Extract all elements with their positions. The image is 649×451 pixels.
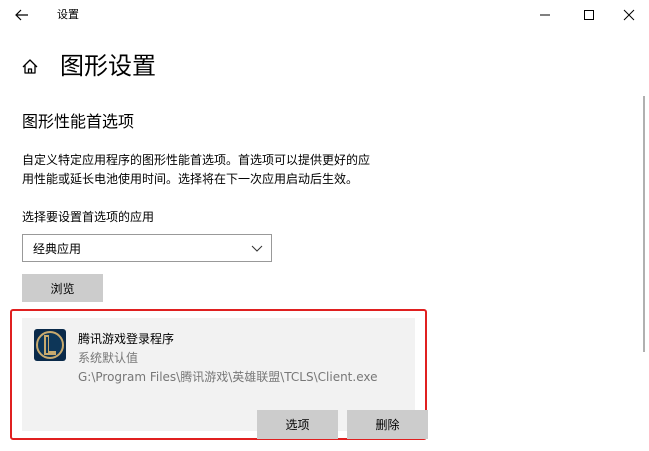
settings-window: 设置 图形设置 图形性能首选项 自定义特定应用程序的图形性能首选项。首选项可以提…: [0, 0, 649, 451]
minimize-icon: [540, 14, 550, 16]
section-description: 自定义特定应用程序的图形性能首选项。首选项可以提供更好的应 用性能或延长电池使用…: [22, 151, 432, 189]
back-button[interactable]: [10, 4, 34, 26]
chevron-down-icon: [251, 245, 263, 252]
description-line-1: 自定义特定应用程序的图形性能首选项。首选项可以提供更好的应: [22, 153, 371, 167]
close-button[interactable]: [607, 2, 649, 28]
league-of-legends-app-icon: [34, 329, 66, 361]
app-type-label: 选择要设置首选项的应用: [22, 210, 155, 224]
app-type-dropdown-value: 经典应用: [33, 242, 82, 256]
app-entry[interactable]: 腾讯游戏登录程序 系统默认值 G:\Program Files\腾讯游戏\英雄联…: [22, 318, 428, 439]
description-line-2: 用性能或延长电池使用时间。选择将在下一次应用启动后生效。: [22, 172, 359, 186]
options-button[interactable]: 选项: [257, 410, 338, 439]
back-arrow-icon: [15, 9, 28, 21]
remove-button[interactable]: 删除: [347, 410, 428, 439]
app-name: 腾讯游戏登录程序: [78, 332, 175, 346]
section-title: 图形性能首选项: [22, 112, 135, 131]
browse-button[interactable]: 浏览: [22, 274, 103, 302]
app-type-dropdown[interactable]: 经典应用: [22, 234, 272, 262]
app-path: G:\Program Files\腾讯游戏\英雄联盟\TCLS\Client.e…: [78, 370, 378, 384]
maximize-icon: [584, 10, 594, 20]
page-title: 图形设置: [60, 52, 156, 80]
minimize-button[interactable]: [523, 2, 567, 28]
app-preference: 系统默认值: [78, 351, 139, 365]
scrollbar[interactable]: [643, 96, 645, 352]
maximize-button[interactable]: [567, 2, 611, 28]
app-entry-highlight: 腾讯游戏登录程序 系统默认值 G:\Program Files\腾讯游戏\英雄联…: [10, 309, 428, 440]
app-title: 设置: [57, 8, 79, 21]
close-icon: [623, 9, 635, 21]
home-icon[interactable]: [20, 57, 40, 77]
